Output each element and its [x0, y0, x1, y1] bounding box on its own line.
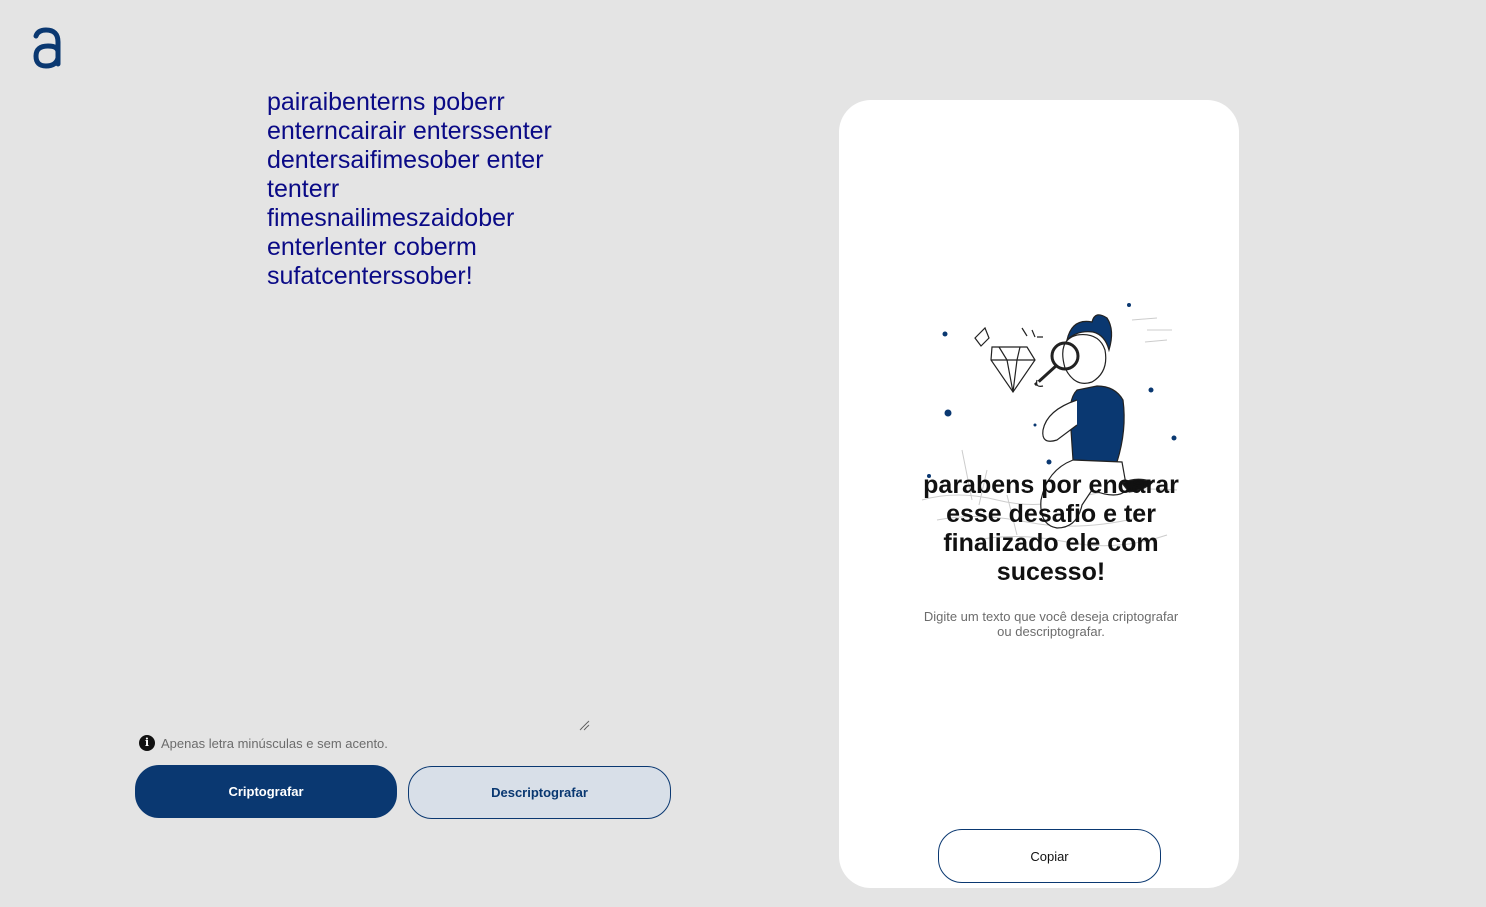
alura-logo-icon — [33, 27, 61, 69]
hint-text: Apenas letra minúsculas e sem acento. — [161, 735, 388, 751]
message-input[interactable] — [267, 88, 589, 730]
input-hint: i Apenas letra minúsculas e sem acento. — [139, 735, 388, 751]
copy-button[interactable]: Copiar — [938, 829, 1161, 883]
info-icon: i — [139, 735, 155, 751]
decrypt-button[interactable]: Descriptografar — [408, 766, 671, 819]
output-title: parabens por encarar esse desafio e ter … — [923, 471, 1179, 586]
encrypt-button[interactable]: Criptografar — [135, 765, 397, 818]
output-subtitle: Digite um texto que você deseja criptogr… — [923, 609, 1179, 639]
output-card: parabens por encarar esse desafio e ter … — [839, 100, 1239, 888]
resize-handle-icon[interactable] — [578, 719, 590, 731]
